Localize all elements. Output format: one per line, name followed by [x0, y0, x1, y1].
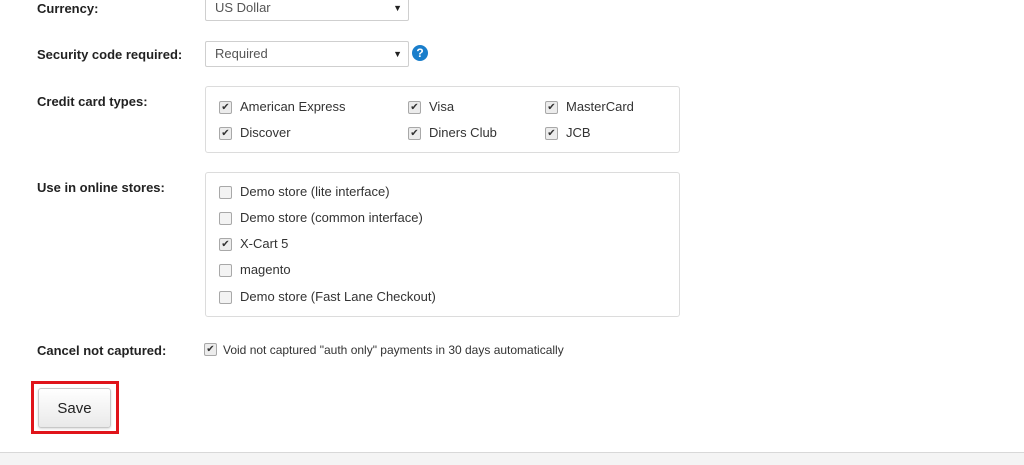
checkbox-diners-club[interactable]: ✔ — [408, 127, 421, 140]
footer-strip — [0, 453, 1024, 465]
checkbox-x-cart-5[interactable]: ✔ — [219, 238, 232, 251]
currency-label: Currency: — [37, 1, 99, 16]
security-code-value: Required — [215, 46, 268, 61]
store-label: Demo store (common interface) — [240, 210, 423, 225]
store-label: Demo store (lite interface) — [240, 184, 390, 199]
online-stores-label: Use in online stores: — [37, 180, 165, 195]
checkbox-magento[interactable] — [219, 264, 232, 277]
cancel-not-captured-label: Cancel not captured: — [37, 343, 167, 358]
store-label: X-Cart 5 — [240, 236, 289, 251]
checkbox-demo-store-common[interactable] — [219, 212, 232, 225]
checkbox-void-auth-only[interactable]: ✔ — [204, 343, 217, 356]
currency-value: US Dollar — [215, 0, 271, 15]
help-icon[interactable]: ? — [412, 45, 428, 61]
chevron-down-icon: ▼ — [393, 49, 402, 59]
currency-select[interactable]: US Dollar ▼ — [205, 0, 409, 21]
void-auth-only-label: Void not captured "auth only" payments i… — [223, 343, 564, 357]
store-label: magento — [240, 262, 291, 277]
security-code-select[interactable]: Required ▼ — [205, 41, 409, 67]
card-type-label: MasterCard — [566, 99, 634, 114]
card-type-label: Discover — [240, 125, 291, 140]
checkbox-visa[interactable]: ✔ — [408, 101, 421, 114]
checkbox-demo-store-lite[interactable] — [219, 186, 232, 199]
chevron-down-icon: ▼ — [393, 3, 402, 13]
card-type-label: American Express — [240, 99, 346, 114]
save-button[interactable]: Save — [38, 388, 111, 428]
card-type-label: Visa — [429, 99, 455, 114]
card-types-box — [205, 86, 680, 153]
checkbox-discover[interactable]: ✔ — [219, 127, 232, 140]
security-code-label: Security code required: — [37, 47, 183, 62]
checkbox-demo-store-fast-lane[interactable] — [219, 291, 232, 304]
store-label: Demo store (Fast Lane Checkout) — [240, 289, 436, 304]
checkbox-mastercard[interactable]: ✔ — [545, 101, 558, 114]
card-type-label: Diners Club — [429, 125, 497, 140]
checkbox-jcb[interactable]: ✔ — [545, 127, 558, 140]
card-type-label: JCB — [566, 125, 591, 140]
checkbox-american-express[interactable]: ✔ — [219, 101, 232, 114]
card-types-label: Credit card types: — [37, 94, 148, 109]
